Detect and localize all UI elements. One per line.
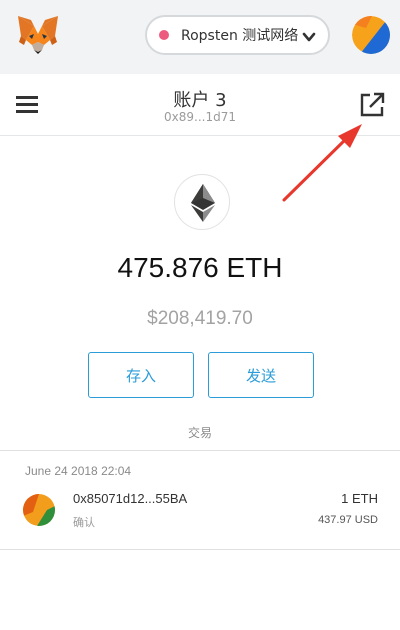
network-status-dot bbox=[159, 30, 169, 40]
deposit-button[interactable]: 存入 bbox=[88, 352, 194, 398]
account-address[interactable]: 0x89...1d71 bbox=[0, 110, 400, 124]
top-bar: Ropsten 测试网络 bbox=[0, 0, 400, 74]
transaction-usd-value: 437.97 USD bbox=[318, 514, 378, 526]
divider bbox=[0, 549, 400, 550]
account-header: 账户 3 0x89...1d71 bbox=[0, 74, 400, 136]
transaction-row[interactable]: June 24 2018 22:04 0x85071d12...55BA 确认 … bbox=[0, 451, 400, 550]
eth-balance: 475.876 ETH bbox=[117, 252, 283, 283]
account-avatar[interactable] bbox=[352, 16, 390, 54]
transaction-date: June 24 2018 22:04 bbox=[25, 464, 132, 478]
metamask-fox-icon bbox=[16, 12, 60, 56]
usd-balance: $208,419.70 bbox=[147, 308, 253, 329]
ethereum-icon bbox=[174, 174, 230, 230]
account-name: 账户 3 bbox=[173, 90, 227, 111]
chevron-down-icon bbox=[302, 29, 316, 43]
network-selector[interactable]: Ropsten 测试网络 bbox=[145, 15, 330, 55]
external-link-icon[interactable] bbox=[358, 91, 386, 119]
transaction-avatar bbox=[23, 494, 55, 526]
transaction-amount: 1 ETH bbox=[341, 491, 378, 506]
transaction-address: 0x85071d12...55BA bbox=[73, 491, 188, 506]
transaction-status: 确认 bbox=[73, 516, 95, 529]
network-label: Ropsten 测试网络 bbox=[181, 28, 299, 44]
send-button[interactable]: 发送 bbox=[208, 352, 314, 398]
tab-transactions[interactable]: 交易 bbox=[0, 424, 400, 441]
